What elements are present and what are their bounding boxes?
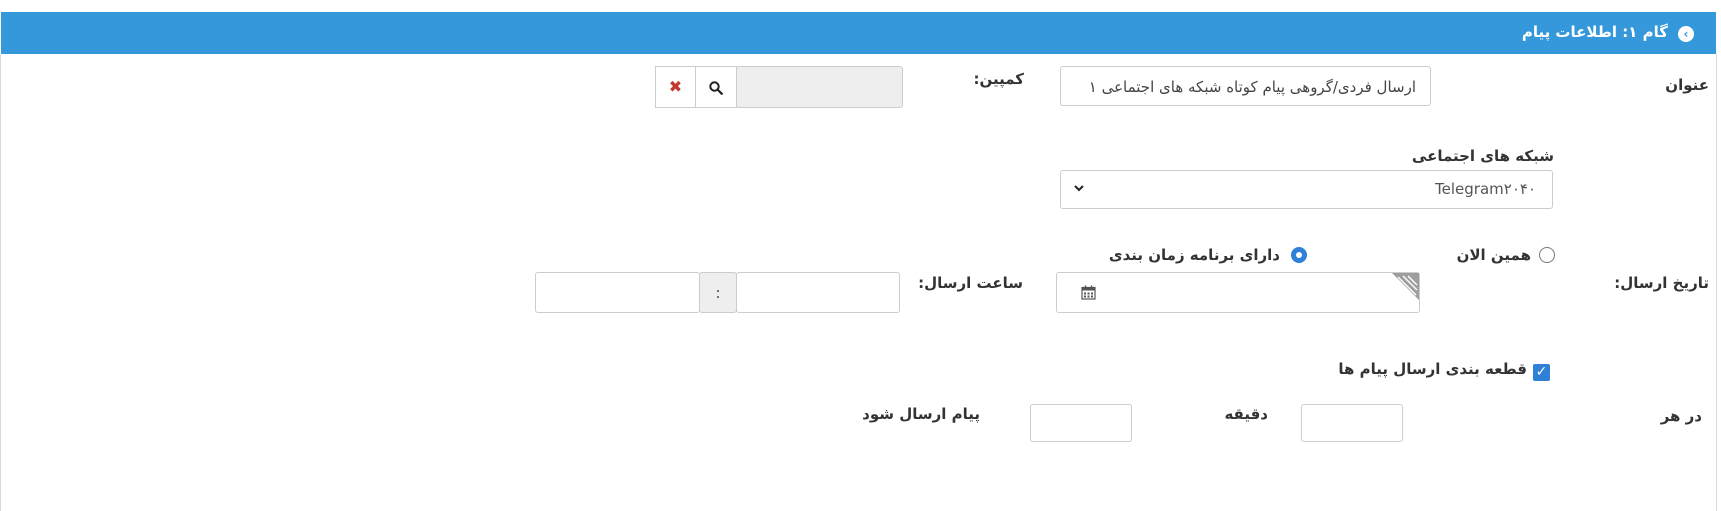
panel-border-left [0, 54, 1, 511]
send-time-hour-input[interactable] [736, 272, 900, 313]
social-network-selected: Telegram۲۰۴۰ [1435, 180, 1536, 198]
send-time-separator: : [699, 272, 737, 313]
message-form: › گام ۱: اطلاعات پیام عنوان ارسال فردی/گ… [0, 0, 1721, 511]
subject-input[interactable]: ارسال فردی/گروهی پیام کوتاه شبکه های اجت… [1060, 66, 1431, 106]
chevron-right-circle-icon: › [1678, 26, 1694, 42]
segmentation-checkbox[interactable]: ✓ [1533, 364, 1550, 381]
step-title: گام ۱: اطلاعات پیام [1521, 23, 1668, 41]
close-icon: ✖ [668, 77, 683, 96]
send-time-minute-input[interactable] [535, 272, 700, 313]
campaign-input[interactable] [736, 66, 903, 108]
send-date-label: تاریخ ارسال: [1614, 274, 1709, 292]
interval-every-label: در هر [1660, 407, 1702, 425]
campaign-label: کمپین: [973, 70, 1024, 88]
calendar-icon[interactable] [1081, 285, 1096, 300]
send-now-radio[interactable] [1539, 247, 1555, 263]
subject-label: عنوان [1665, 76, 1709, 94]
scheduled-radio[interactable] [1291, 247, 1307, 263]
interval-minutes-input[interactable] [1301, 404, 1403, 442]
interval-count-input[interactable] [1030, 404, 1132, 442]
search-icon [709, 80, 723, 95]
send-now-label: همین الان [1456, 246, 1531, 264]
segmentation-label: قطعه بندی ارسال پیام ها [1338, 360, 1527, 378]
chevron-down-icon [1073, 182, 1085, 198]
scheduled-label: دارای برنامه زمان بندی [1108, 246, 1280, 264]
interval-send-label: پیام ارسال شود [862, 405, 980, 423]
date-picker-corner-icon[interactable] [1392, 273, 1419, 300]
panel-border-right [1716, 54, 1717, 511]
send-time-label: ساعت ارسال: [918, 274, 1023, 292]
social-network-label: شبکه های اجتماعی [1411, 147, 1554, 165]
campaign-search-button[interactable] [695, 66, 737, 108]
send-date-input[interactable] [1056, 272, 1420, 313]
social-network-select[interactable]: Telegram۲۰۴۰ [1060, 170, 1553, 209]
campaign-clear-button[interactable]: ✖ [655, 66, 696, 108]
step-header[interactable]: › گام ۱: اطلاعات پیام [1, 12, 1716, 54]
interval-minute-label: دقیقه [1224, 405, 1268, 423]
